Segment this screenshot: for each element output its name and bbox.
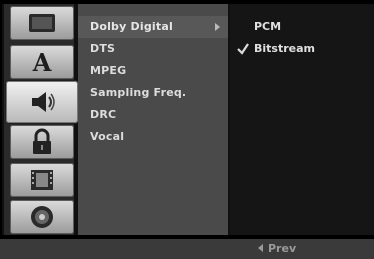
setup-screen: A Dolby Digital DTS MPEG Sampling Freq. … xyxy=(0,0,374,259)
option-pcm[interactable]: PCM xyxy=(230,16,374,38)
video-icon xyxy=(31,170,53,190)
lock-icon xyxy=(33,128,51,154)
menu-item-label: Dolby Digital xyxy=(90,20,173,33)
menu-item-dolby-digital[interactable]: Dolby Digital xyxy=(78,16,228,38)
prev-label: Prev xyxy=(268,242,297,255)
option-bitstream[interactable]: Bitstream xyxy=(230,38,374,60)
menu-item-vocal[interactable]: Vocal xyxy=(78,126,228,148)
language-icon: A xyxy=(32,49,52,75)
menu-item-label: Sampling Freq. xyxy=(90,86,187,99)
menu-item-sampling-freq[interactable]: Sampling Freq. xyxy=(78,82,228,104)
language-tile[interactable]: A xyxy=(10,45,74,79)
lock-tile[interactable] xyxy=(10,125,74,159)
chevron-right-icon xyxy=(215,23,220,31)
others-tile[interactable] xyxy=(10,200,74,234)
category-icon-column: A xyxy=(4,4,78,235)
menu-item-label: DTS xyxy=(90,42,116,55)
video-tile[interactable] xyxy=(10,163,74,197)
option-panel: PCM Bitstream xyxy=(230,4,374,235)
menu-item-label: MPEG xyxy=(90,64,127,77)
disc-settings-icon xyxy=(29,14,55,32)
footer-bar: Prev xyxy=(0,239,374,259)
option-label: PCM xyxy=(254,20,282,33)
others-disc-icon xyxy=(31,206,53,228)
audio-icon xyxy=(32,92,55,112)
disc-settings-tile[interactable] xyxy=(10,6,74,40)
menu-item-label: Vocal xyxy=(90,130,125,143)
audio-menu-panel: Dolby Digital DTS MPEG Sampling Freq. DR… xyxy=(78,4,228,235)
menu-item-drc[interactable]: DRC xyxy=(78,104,228,126)
audio-tile[interactable] xyxy=(6,81,78,123)
menu-item-mpeg[interactable]: MPEG xyxy=(78,60,228,82)
menu-item-label: DRC xyxy=(90,108,117,121)
prev-button[interactable]: Prev xyxy=(258,239,296,259)
arrow-left-icon xyxy=(258,244,263,252)
menu-item-dts[interactable]: DTS xyxy=(78,38,228,60)
option-label: Bitstream xyxy=(254,42,315,55)
svg-text:A: A xyxy=(32,49,52,75)
checkmark-icon xyxy=(237,43,249,55)
